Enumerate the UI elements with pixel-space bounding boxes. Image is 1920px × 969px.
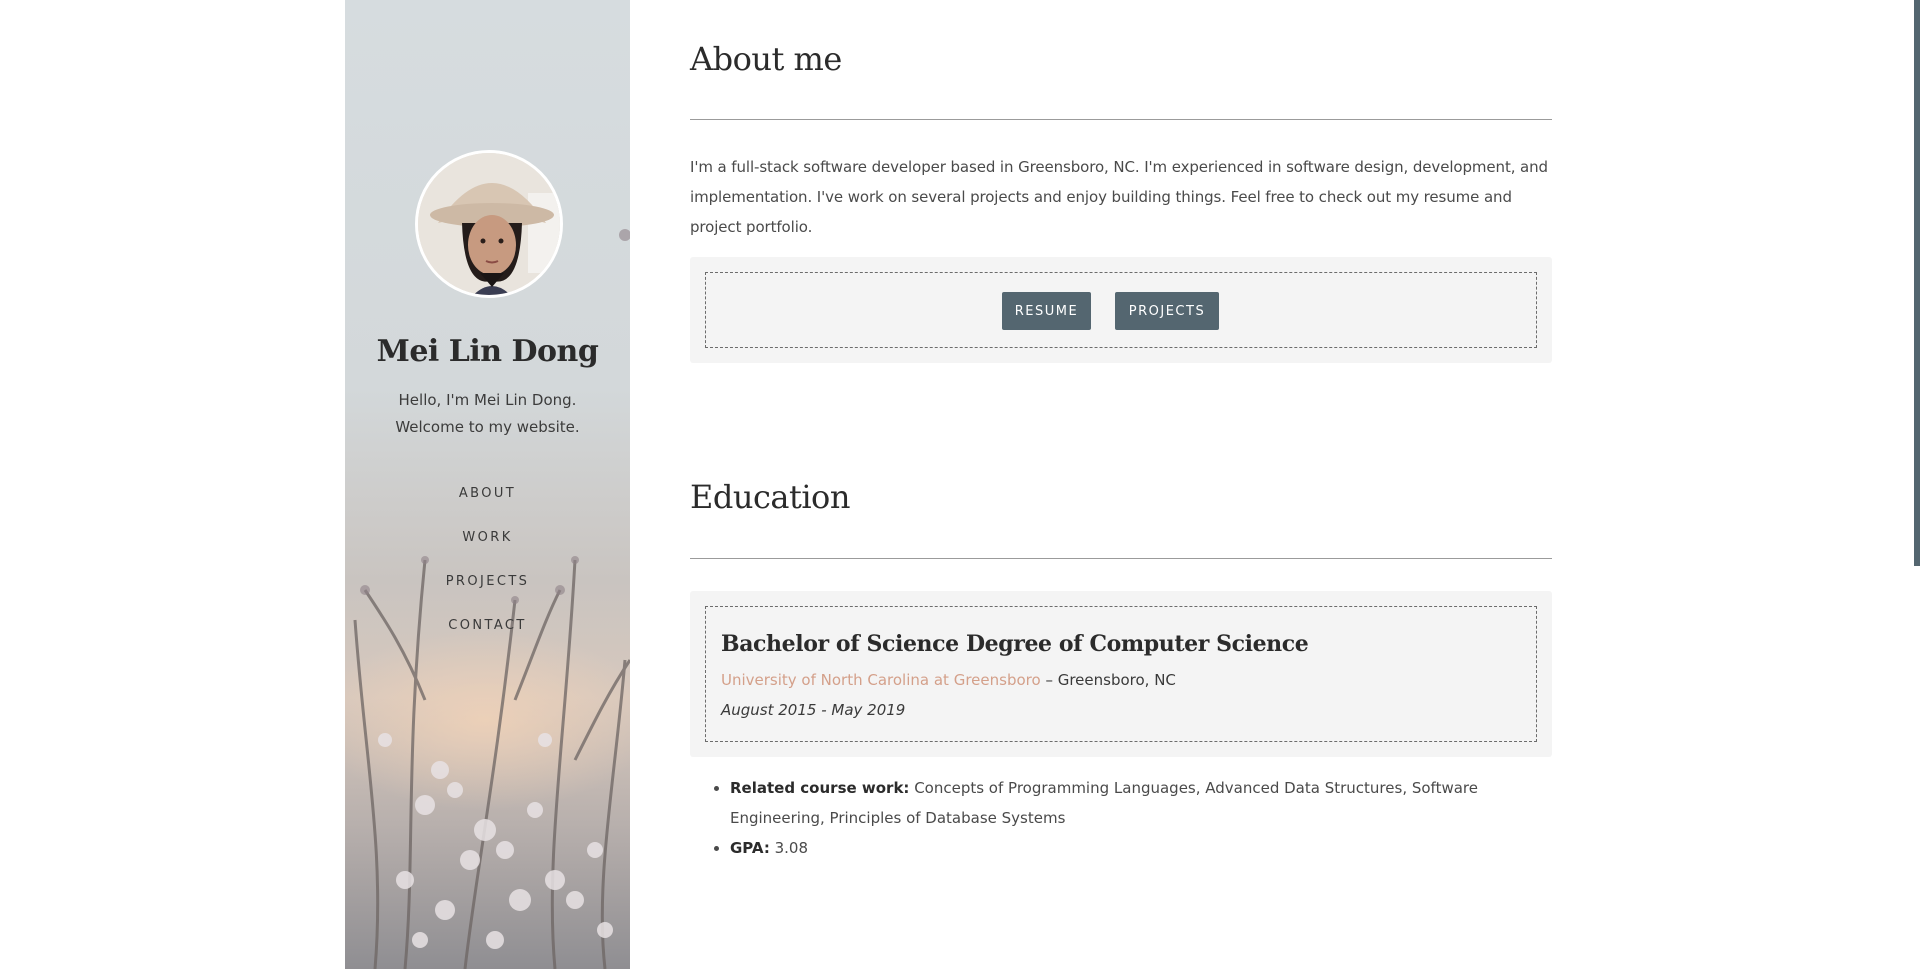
projects-button[interactable]: PROJECTS — [1115, 292, 1219, 330]
nav-item-about: ABOUT — [345, 484, 630, 528]
education-divider — [690, 558, 1552, 559]
nav-item-work: WORK — [345, 528, 630, 572]
school-link[interactable]: University of North Carolina at Greensbo… — [721, 671, 1041, 689]
page-scrollbar-thumb[interactable] — [1914, 0, 1920, 566]
school-line: University of North Carolina at Greensbo… — [721, 671, 1176, 689]
resume-button[interactable]: RESUME — [1002, 292, 1091, 330]
education-details-list: Related course work: Concepts of Program… — [730, 773, 1530, 863]
about-heading: About me — [690, 40, 842, 78]
about-text: I'm a full-stack software developer base… — [690, 158, 1548, 236]
school-location: – Greensboro, NC — [1040, 671, 1176, 689]
about-buttons-frame: RESUME PROJECTS — [705, 272, 1537, 348]
avatar — [415, 150, 563, 298]
education-heading: Education — [690, 478, 850, 516]
tagline-line-1: Hello, I'm Mei Lin Dong. — [398, 391, 577, 409]
site-name: Mei Lin Dong — [376, 334, 599, 369]
degree-title: Bachelor of Science Degree of Computer S… — [721, 631, 1309, 657]
about-buttons-panel: RESUME PROJECTS — [690, 257, 1552, 363]
coursework-label: Related course work: — [730, 779, 910, 797]
nav-link-about[interactable]: ABOUT — [459, 486, 516, 501]
list-item-coursework: Related course work: Concepts of Program… — [730, 773, 1530, 833]
nav-item-projects: PROJECTS — [345, 572, 630, 616]
list-item-gpa: GPA: 3.08 — [730, 833, 1530, 863]
sidebar: Mei Lin Dong Hello, I'm Mei Lin Dong. We… — [345, 0, 630, 969]
gpa-value: 3.08 — [769, 839, 808, 857]
nav-link-projects[interactable]: PROJECTS — [446, 574, 530, 589]
nav-item-contact: CONTACT — [345, 616, 630, 660]
education-dates: August 2015 - May 2019 — [721, 701, 906, 719]
profile-photo — [418, 153, 560, 295]
nav-link-work[interactable]: WORK — [462, 530, 512, 545]
nav-link-contact[interactable]: CONTACT — [448, 618, 526, 633]
education-frame: Bachelor of Science Degree of Computer S… — [705, 606, 1537, 742]
tagline: Hello, I'm Mei Lin Dong. Welcome to my w… — [345, 387, 630, 441]
education-panel: Bachelor of Science Degree of Computer S… — [690, 591, 1552, 757]
tagline-line-2: Welcome to my website. — [395, 418, 580, 436]
about-divider — [690, 119, 1552, 120]
sidebar-nav: ABOUT WORK PROJECTS CONTACT — [345, 484, 630, 660]
gpa-label: GPA: — [730, 839, 770, 857]
